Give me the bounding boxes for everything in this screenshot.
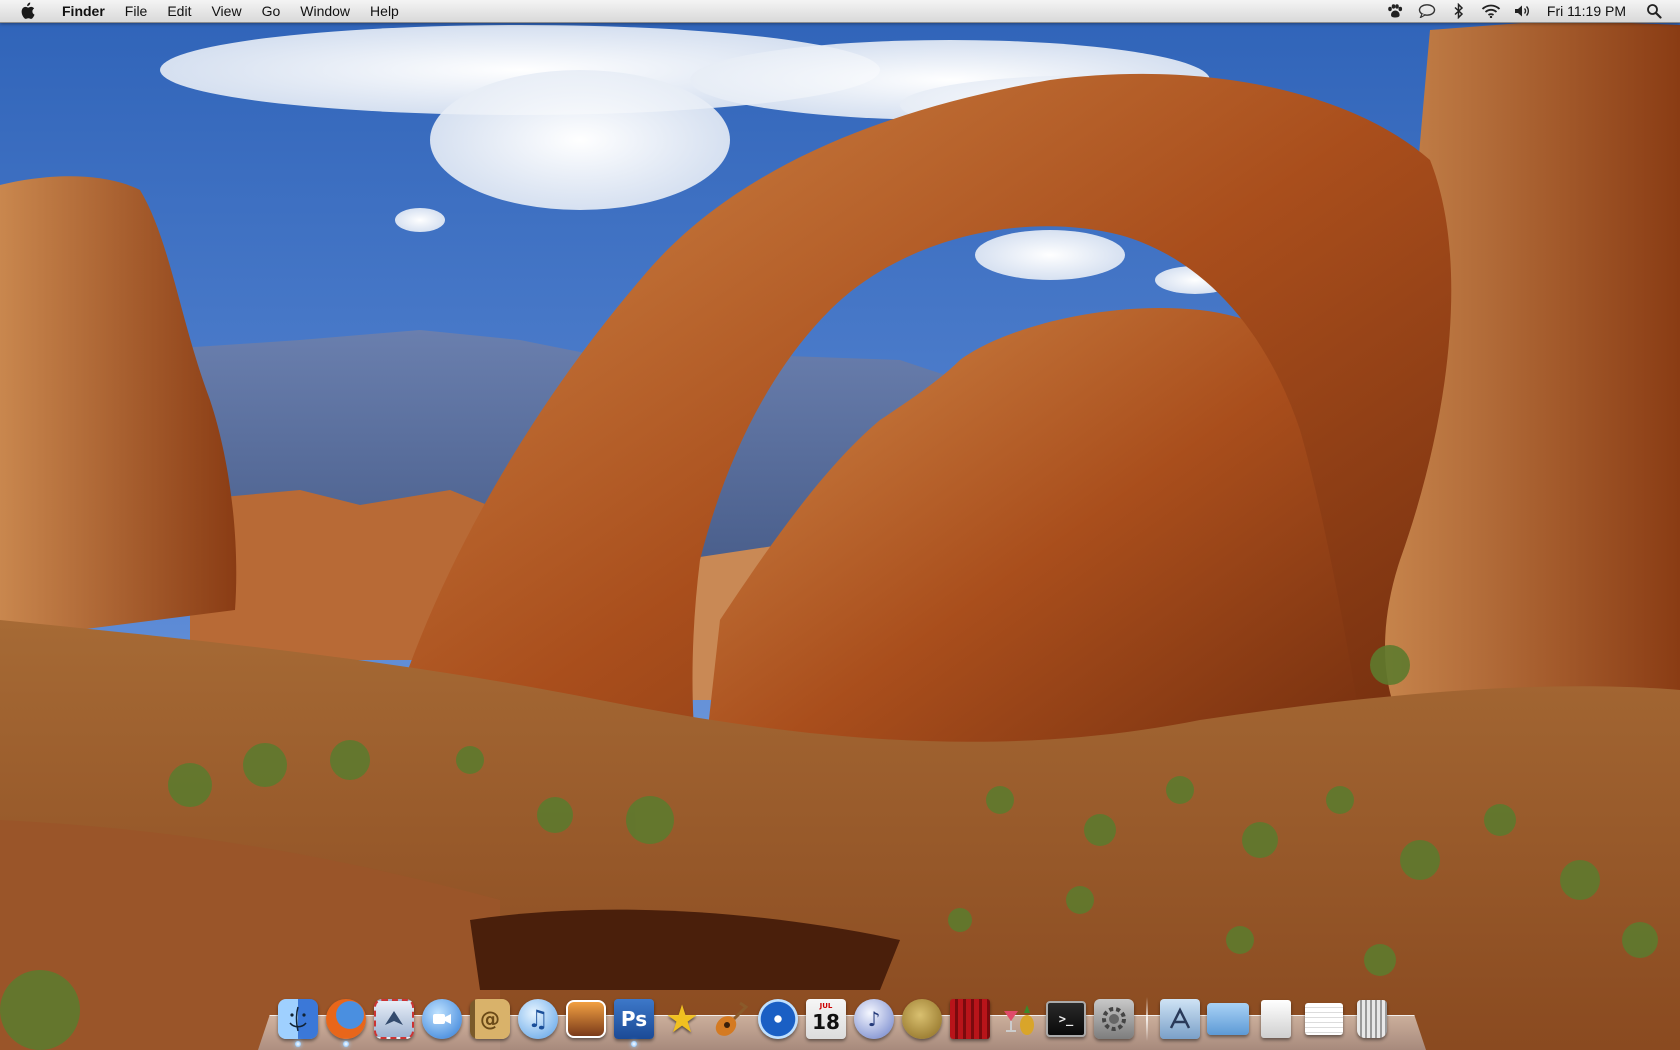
dock: @ ♫ Ps ★ JUL 18 ♪ >_ xyxy=(258,985,1426,1050)
dock-item-photo-booth[interactable] xyxy=(948,997,992,1041)
running-indicator xyxy=(343,1041,349,1047)
garageband-icon xyxy=(710,999,750,1039)
volume-icon[interactable] xyxy=(1513,0,1533,22)
system-preferences-icon xyxy=(1094,999,1134,1039)
dock-icons: @ ♫ Ps ★ JUL 18 ♪ >_ xyxy=(276,991,1398,1047)
ical-icon: JUL 18 xyxy=(806,999,846,1039)
dock-item-imovie[interactable]: ★ xyxy=(660,997,704,1041)
dock-stack-documents[interactable] xyxy=(1206,997,1250,1041)
dock-item-ichat[interactable] xyxy=(420,997,464,1041)
files-stack-icon xyxy=(1305,1003,1343,1035)
dock-item-photoshop[interactable]: Ps xyxy=(612,997,656,1047)
dock-item-terminal[interactable]: >_ xyxy=(1044,997,1088,1041)
dock-item-garageband[interactable] xyxy=(708,997,752,1041)
documents-folder-icon xyxy=(1207,1003,1249,1035)
photo-booth-icon xyxy=(950,999,990,1039)
bluetooth-icon[interactable] xyxy=(1449,0,1469,22)
music-player-icon: ♪ xyxy=(854,999,894,1039)
terminal-prompt: >_ xyxy=(1058,1012,1074,1026)
address-book-icon: @ xyxy=(470,999,510,1039)
dock-separator[interactable] xyxy=(1146,997,1148,1041)
dock-item-dvd-player[interactable] xyxy=(756,997,800,1041)
apple-menu-icon[interactable] xyxy=(16,0,38,22)
dvd-player-icon xyxy=(758,999,798,1039)
menu-window[interactable]: Window xyxy=(290,0,360,22)
itunes-icon: ♫ xyxy=(518,999,558,1039)
menu-file[interactable]: File xyxy=(115,0,158,22)
menu-edit[interactable]: Edit xyxy=(157,0,201,22)
dock-item-system-preferences[interactable] xyxy=(1092,997,1136,1041)
dock-item-firefox[interactable] xyxy=(324,997,368,1047)
dock-stack-downloads[interactable] xyxy=(1254,997,1298,1041)
menu-go[interactable]: Go xyxy=(252,0,291,22)
ichat-icon xyxy=(422,999,462,1039)
downloads-stack-icon xyxy=(1261,1000,1291,1038)
dock-item-trash[interactable] xyxy=(1350,997,1394,1041)
menu-app-name[interactable]: Finder xyxy=(52,0,115,22)
running-indicator xyxy=(631,1041,637,1047)
dock-item-itunes[interactable]: ♫ xyxy=(516,997,560,1041)
dock-item-finder[interactable] xyxy=(276,997,320,1047)
dock-item-music-player[interactable]: ♪ xyxy=(852,997,896,1041)
running-indicator xyxy=(295,1041,301,1047)
growl-paw-icon[interactable] xyxy=(1385,0,1405,22)
menu-bar-extras: Fri 11:19 PM xyxy=(1379,0,1680,22)
menu-bar-left: Finder File Edit View Go Window Help xyxy=(0,0,409,22)
finder-icon xyxy=(278,999,318,1039)
dock-stack-files[interactable] xyxy=(1302,997,1346,1041)
terminal-icon: >_ xyxy=(1046,1001,1086,1037)
spotlight-search-icon[interactable] xyxy=(1644,0,1664,22)
firefox-icon xyxy=(326,999,366,1039)
dock-item-address-book[interactable]: @ xyxy=(468,997,512,1041)
iphoto-icon xyxy=(566,1000,606,1038)
desktop-wallpaper xyxy=(0,0,1680,1050)
menu-view[interactable]: View xyxy=(201,0,251,22)
mail-icon xyxy=(374,999,414,1039)
dock-item-iphoto[interactable] xyxy=(564,997,608,1041)
adium-icon xyxy=(902,999,942,1039)
menu-bar-clock[interactable]: Fri 11:19 PM xyxy=(1547,3,1626,19)
ichat-status-icon[interactable] xyxy=(1417,0,1437,22)
trash-icon xyxy=(1357,1000,1387,1038)
dock-item-ical[interactable]: JUL 18 xyxy=(804,997,848,1041)
ical-day: 18 xyxy=(812,1010,840,1034)
applications-stack-icon xyxy=(1160,999,1200,1039)
imovie-icon: ★ xyxy=(664,999,700,1039)
photoshop-icon: Ps xyxy=(614,999,654,1039)
dock-stack-applications[interactable] xyxy=(1158,997,1202,1041)
cocktail-icon xyxy=(998,999,1038,1039)
desktop: Finder File Edit View Go Window Help Fri… xyxy=(0,0,1680,1050)
menu-bar: Finder File Edit View Go Window Help Fri… xyxy=(0,0,1680,23)
ical-month: JUL xyxy=(819,1002,833,1010)
dock-item-cocktail[interactable] xyxy=(996,997,1040,1041)
wifi-icon[interactable] xyxy=(1481,0,1501,22)
dock-item-mail[interactable] xyxy=(372,997,416,1041)
menu-help[interactable]: Help xyxy=(360,0,409,22)
dock-item-adium[interactable] xyxy=(900,997,944,1041)
